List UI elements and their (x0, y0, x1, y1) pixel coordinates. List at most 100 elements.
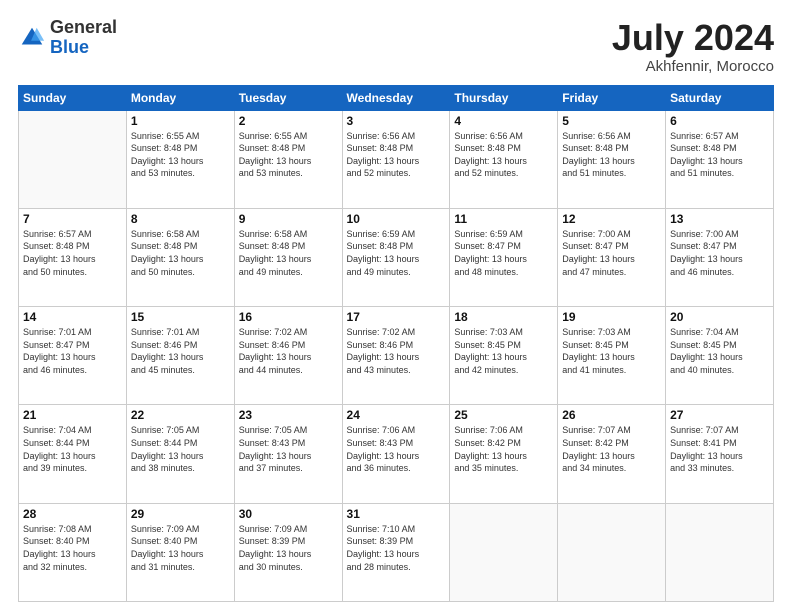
day-number: 31 (347, 507, 446, 521)
calendar-cell: 30 Sunrise: 7:09 AM Sunset: 8:39 PM Dayli… (234, 503, 342, 601)
calendar-cell: 13Sunrise: 7:00 AM Sunset: 8:47 PM Dayli… (666, 208, 774, 306)
cell-info: Sunrise: 7:05 AM Sunset: 8:44 PM Dayligh… (131, 424, 230, 474)
location-subtitle: Akhfennir, Morocco (612, 58, 774, 75)
cell-info: Sunrise: 6:57 AM Sunset: 8:48 PM Dayligh… (670, 130, 769, 180)
day-number: 17 (347, 310, 446, 324)
cell-info: Sunrise: 7:01 AM Sunset: 8:46 PM Dayligh… (131, 326, 230, 376)
day-number: 27 (670, 408, 769, 422)
day-number: 13 (670, 212, 769, 226)
cell-info: Sunrise: 7:07 AM Sunset: 8:42 PM Dayligh… (562, 424, 661, 474)
calendar-cell: 10 Sunrise: 6:59 AM Sunset: 8:48 PM Dayli… (342, 208, 450, 306)
day-number: 18 (454, 310, 553, 324)
cell-info: Sunrise: 6:59 AM Sunset: 8:47 PM Dayligh… (454, 228, 553, 278)
title-area: July 2024 Akhfennir, Morocco (612, 18, 774, 75)
day-number: 5 (562, 114, 661, 128)
calendar-cell: 18Sunrise: 7:03 AM Sunset: 8:45 PM Dayli… (450, 307, 558, 405)
day-number: 25 (454, 408, 553, 422)
cell-info: Sunrise: 7:06 AM Sunset: 8:42 PM Dayligh… (454, 424, 553, 474)
calendar-cell: 27 Sunrise: 7:07 AM Sunset: 8:41 PM Dayli… (666, 405, 774, 503)
header: General Blue July 2024 Akhfennir, Morocc… (18, 18, 774, 75)
day-number: 2 (239, 114, 338, 128)
calendar-cell: 17 Sunrise: 7:02 AM Sunset: 8:46 PM Dayli… (342, 307, 450, 405)
calendar-cell: 1 Sunrise: 6:55 AM Sunset: 8:48 PM Daylig… (126, 110, 234, 208)
calendar-cell: 8 Sunrise: 6:58 AM Sunset: 8:48 PM Daylig… (126, 208, 234, 306)
cell-info: Sunrise: 7:01 AM Sunset: 8:47 PM Dayligh… (23, 326, 122, 376)
cell-info: Sunrise: 7:06 AM Sunset: 8:43 PM Dayligh… (347, 424, 446, 474)
day-number: 7 (23, 212, 122, 226)
cell-info: Sunrise: 7:00 AM Sunset: 8:47 PM Dayligh… (562, 228, 661, 278)
cell-info: Sunrise: 6:57 AM Sunset: 8:48 PM Dayligh… (23, 228, 122, 278)
cell-info: Sunrise: 7:03 AM Sunset: 8:45 PM Dayligh… (562, 326, 661, 376)
calendar-cell: 14 Sunrise: 7:01 AM Sunset: 8:47 PM Dayli… (19, 307, 127, 405)
cell-info: Sunrise: 6:56 AM Sunset: 8:48 PM Dayligh… (562, 130, 661, 180)
calendar-cell: 24 Sunrise: 7:06 AM Sunset: 8:43 PM Dayli… (342, 405, 450, 503)
cell-info: Sunrise: 7:09 AM Sunset: 8:39 PM Dayligh… (239, 523, 338, 573)
calendar-table: Sunday Monday Tuesday Wednesday Thursday… (18, 85, 774, 602)
day-number: 11 (454, 212, 553, 226)
cell-info: Sunrise: 7:04 AM Sunset: 8:44 PM Dayligh… (23, 424, 122, 474)
month-title: July 2024 (612, 18, 774, 58)
col-thursday: Thursday (450, 85, 558, 110)
cell-info: Sunrise: 7:02 AM Sunset: 8:46 PM Dayligh… (239, 326, 338, 376)
cell-info: Sunrise: 6:58 AM Sunset: 8:48 PM Dayligh… (131, 228, 230, 278)
cell-info: Sunrise: 7:09 AM Sunset: 8:40 PM Dayligh… (131, 523, 230, 573)
calendar-cell (558, 503, 666, 601)
cell-info: Sunrise: 7:07 AM Sunset: 8:41 PM Dayligh… (670, 424, 769, 474)
calendar-header-row: Sunday Monday Tuesday Wednesday Thursday… (19, 85, 774, 110)
cell-info: Sunrise: 6:59 AM Sunset: 8:48 PM Dayligh… (347, 228, 446, 278)
cell-info: Sunrise: 7:04 AM Sunset: 8:45 PM Dayligh… (670, 326, 769, 376)
calendar-cell: 22 Sunrise: 7:05 AM Sunset: 8:44 PM Dayli… (126, 405, 234, 503)
col-monday: Monday (126, 85, 234, 110)
calendar-week-1: 7 Sunrise: 6:57 AM Sunset: 8:48 PM Daylig… (19, 208, 774, 306)
day-number: 30 (239, 507, 338, 521)
day-number: 23 (239, 408, 338, 422)
cell-info: Sunrise: 6:56 AM Sunset: 8:48 PM Dayligh… (347, 130, 446, 180)
day-number: 14 (23, 310, 122, 324)
day-number: 24 (347, 408, 446, 422)
calendar-week-0: 1 Sunrise: 6:55 AM Sunset: 8:48 PM Daylig… (19, 110, 774, 208)
day-number: 28 (23, 507, 122, 521)
day-number: 26 (562, 408, 661, 422)
logo-text: General Blue (50, 18, 117, 58)
col-wednesday: Wednesday (342, 85, 450, 110)
cell-info: Sunrise: 7:02 AM Sunset: 8:46 PM Dayligh… (347, 326, 446, 376)
calendar-cell: 15 Sunrise: 7:01 AM Sunset: 8:46 PM Dayli… (126, 307, 234, 405)
day-number: 20 (670, 310, 769, 324)
calendar-cell: 7 Sunrise: 6:57 AM Sunset: 8:48 PM Daylig… (19, 208, 127, 306)
calendar-cell: 21 Sunrise: 7:04 AM Sunset: 8:44 PM Dayli… (19, 405, 127, 503)
cell-info: Sunrise: 7:08 AM Sunset: 8:40 PM Dayligh… (23, 523, 122, 573)
calendar-week-3: 21 Sunrise: 7:04 AM Sunset: 8:44 PM Dayli… (19, 405, 774, 503)
day-number: 22 (131, 408, 230, 422)
day-number: 3 (347, 114, 446, 128)
logo: General Blue (18, 18, 117, 58)
calendar-cell: 5 Sunrise: 6:56 AM Sunset: 8:48 PM Daylig… (558, 110, 666, 208)
day-number: 29 (131, 507, 230, 521)
calendar-cell (666, 503, 774, 601)
calendar-cell: 25 Sunrise: 7:06 AM Sunset: 8:42 PM Dayli… (450, 405, 558, 503)
cell-info: Sunrise: 7:05 AM Sunset: 8:43 PM Dayligh… (239, 424, 338, 474)
page: General Blue July 2024 Akhfennir, Morocc… (0, 0, 792, 612)
calendar-week-2: 14 Sunrise: 7:01 AM Sunset: 8:47 PM Dayli… (19, 307, 774, 405)
day-number: 6 (670, 114, 769, 128)
day-number: 15 (131, 310, 230, 324)
calendar-cell: 16Sunrise: 7:02 AM Sunset: 8:46 PM Dayli… (234, 307, 342, 405)
calendar-cell: 28 Sunrise: 7:08 AM Sunset: 8:40 PM Dayli… (19, 503, 127, 601)
cell-info: Sunrise: 6:58 AM Sunset: 8:48 PM Dayligh… (239, 228, 338, 278)
calendar-cell: 9Sunrise: 6:58 AM Sunset: 8:48 PM Daylig… (234, 208, 342, 306)
calendar-cell: 12Sunrise: 7:00 AM Sunset: 8:47 PM Dayli… (558, 208, 666, 306)
calendar-cell: 11 Sunrise: 6:59 AM Sunset: 8:47 PM Dayli… (450, 208, 558, 306)
day-number: 21 (23, 408, 122, 422)
calendar-cell: 26 Sunrise: 7:07 AM Sunset: 8:42 PM Dayli… (558, 405, 666, 503)
col-tuesday: Tuesday (234, 85, 342, 110)
calendar-cell: 31 Sunrise: 7:10 AM Sunset: 8:39 PM Dayli… (342, 503, 450, 601)
day-number: 8 (131, 212, 230, 226)
day-number: 10 (347, 212, 446, 226)
cell-info: Sunrise: 6:55 AM Sunset: 8:48 PM Dayligh… (239, 130, 338, 180)
day-number: 1 (131, 114, 230, 128)
calendar-cell: 6 Sunrise: 6:57 AM Sunset: 8:48 PM Daylig… (666, 110, 774, 208)
calendar-cell: 4Sunrise: 6:56 AM Sunset: 8:48 PM Daylig… (450, 110, 558, 208)
cell-info: Sunrise: 6:55 AM Sunset: 8:48 PM Dayligh… (131, 130, 230, 180)
cell-info: Sunrise: 7:10 AM Sunset: 8:39 PM Dayligh… (347, 523, 446, 573)
calendar-cell: 23 Sunrise: 7:05 AM Sunset: 8:43 PM Dayli… (234, 405, 342, 503)
calendar-cell: 3 Sunrise: 6:56 AM Sunset: 8:48 PM Daylig… (342, 110, 450, 208)
